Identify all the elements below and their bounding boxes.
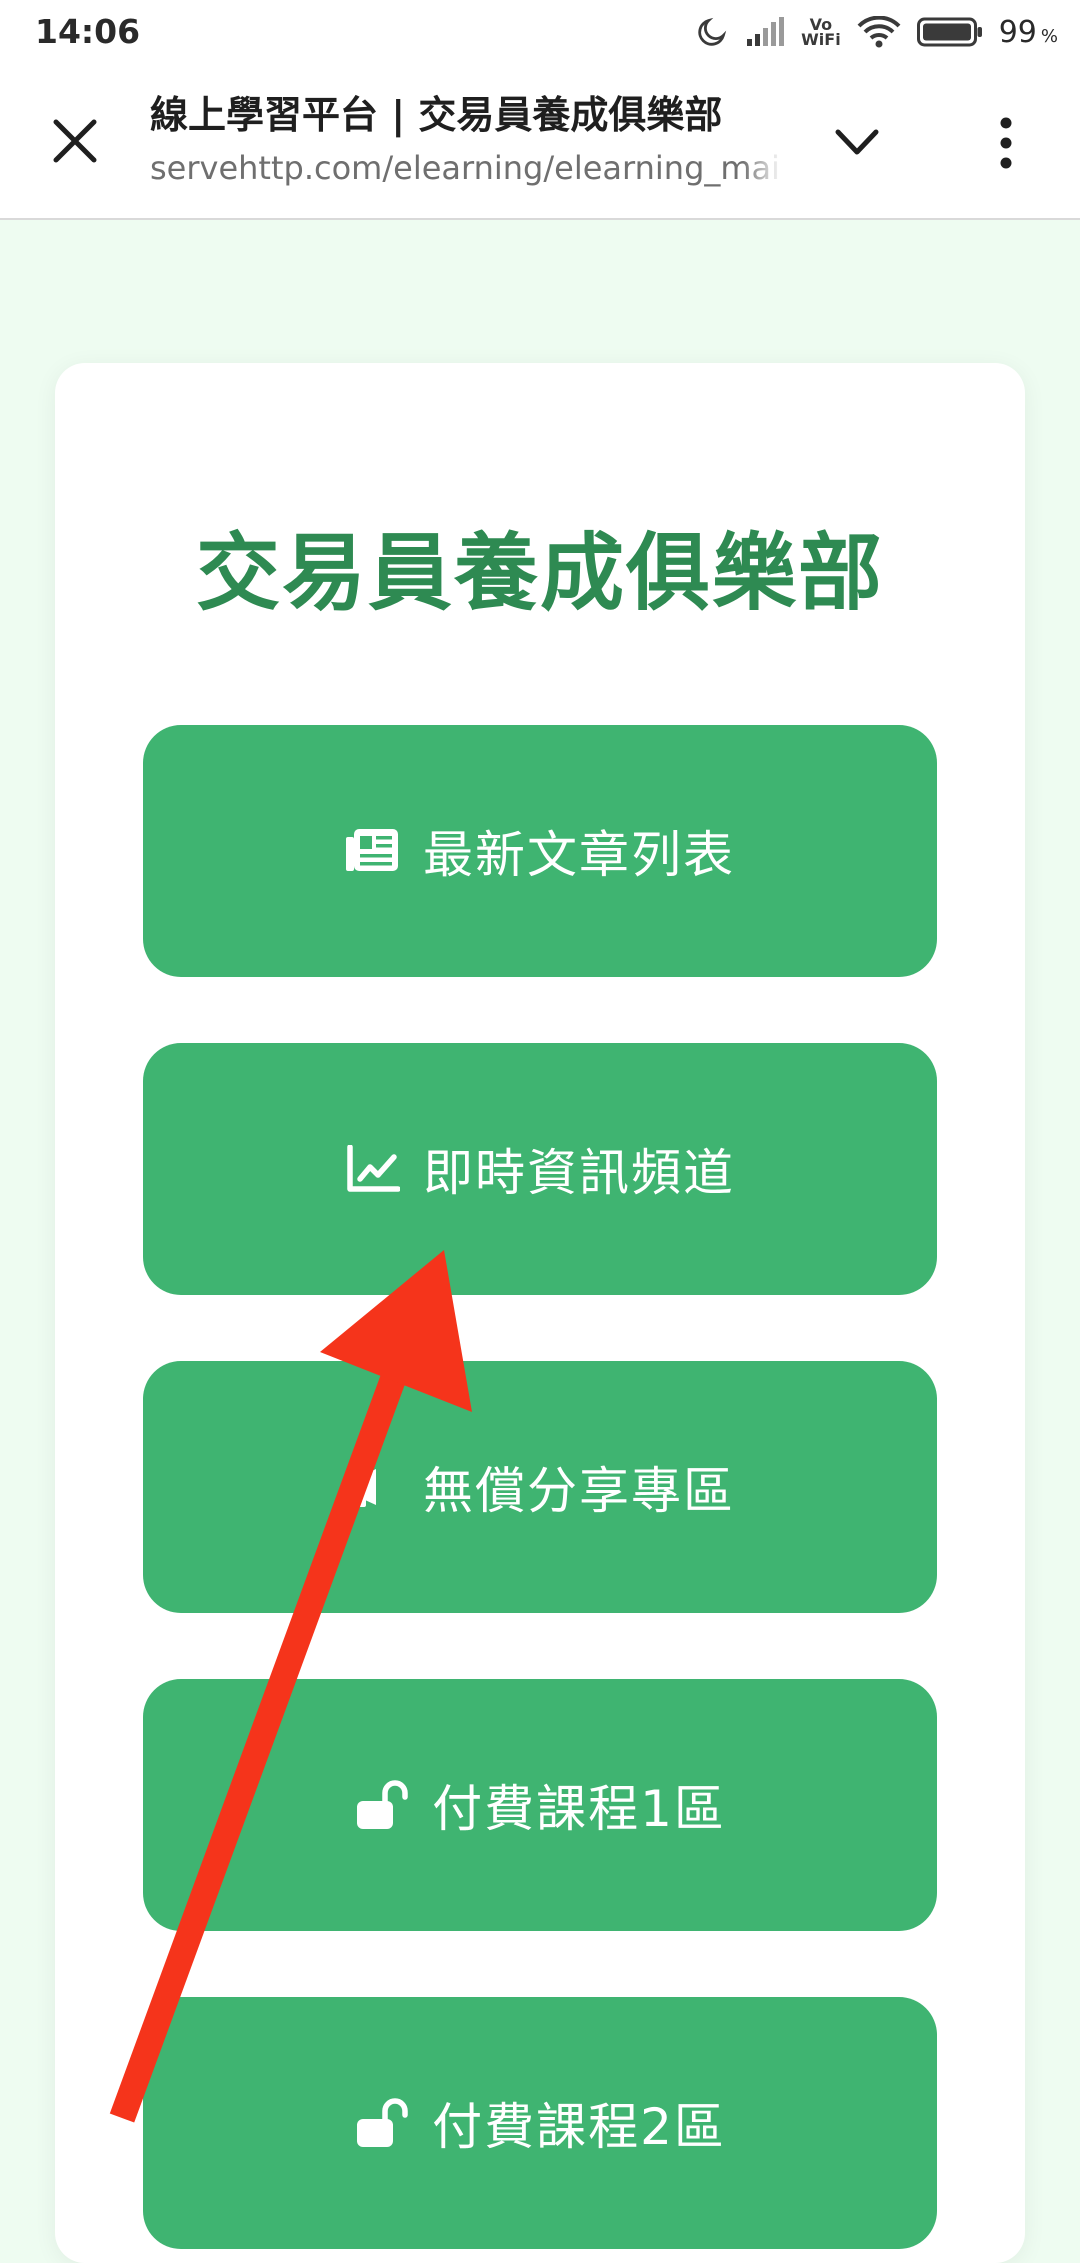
page-url: servehttp.com/elearning/elearning_main [150, 149, 782, 187]
close-icon [53, 119, 97, 163]
moon-icon [695, 15, 729, 49]
unlock-icon [354, 2095, 410, 2151]
status-time: 14:06 [35, 12, 141, 51]
more-vert-icon [1000, 117, 1012, 169]
paid-course-2-button[interactable]: 付費課程2區 [143, 1997, 937, 2249]
expand-button[interactable] [832, 122, 882, 162]
menu-label: 即時資訊頻道 [423, 1144, 735, 1202]
page-info[interactable]: 線上學習平台 | 交易員養成俱樂部 servehttp.com/elearnin… [150, 92, 782, 190]
chevron-down-icon [835, 129, 879, 155]
menu-label: 最新文章列表 [423, 826, 735, 884]
newspaper-icon [345, 823, 401, 879]
paid-course-1-button[interactable]: 付費課程1區 [143, 1679, 937, 1931]
status-bar: 14:06 Vo WiFi 99 % [0, 0, 1080, 66]
free-share-zone-button[interactable]: 無償分享專區 [143, 1361, 937, 1613]
unlock-icon [354, 1777, 410, 1833]
status-icons: Vo WiFi 99 % [695, 10, 1058, 54]
main-card: 交易員養成俱樂部 最新文章列表 即時資訊頻道 無償分享專區 付費課程1區 付費課… [55, 363, 1025, 2263]
menu-label: 無償分享專區 [423, 1462, 735, 1520]
menu-label: 付費課程2區 [432, 2098, 726, 2156]
text-fade [742, 92, 782, 190]
latest-articles-button[interactable]: 最新文章列表 [143, 725, 937, 977]
vowifi-badge: Vo WiFi [801, 15, 841, 49]
battery-percentage: 99 % [998, 14, 1058, 50]
page-title-text: 線上學習平台 | 交易員養成俱樂部 [150, 93, 723, 137]
site-heading: 交易員養成俱樂部 [195, 524, 884, 622]
browser-toolbar: 線上學習平台 | 交易員養成俱樂部 servehttp.com/elearnin… [0, 66, 1080, 220]
overflow-menu-button[interactable] [994, 116, 1018, 170]
live-info-channel-button[interactable]: 即時資訊頻道 [143, 1043, 937, 1295]
megaphone-icon [345, 1459, 401, 1515]
chart-line-icon [345, 1141, 401, 1197]
menu-label: 付費課程1區 [432, 1780, 726, 1838]
battery-icon [916, 17, 983, 47]
cell-signal-icon [745, 17, 785, 47]
close-tab-button[interactable] [50, 116, 100, 166]
wifi-icon [857, 16, 901, 48]
